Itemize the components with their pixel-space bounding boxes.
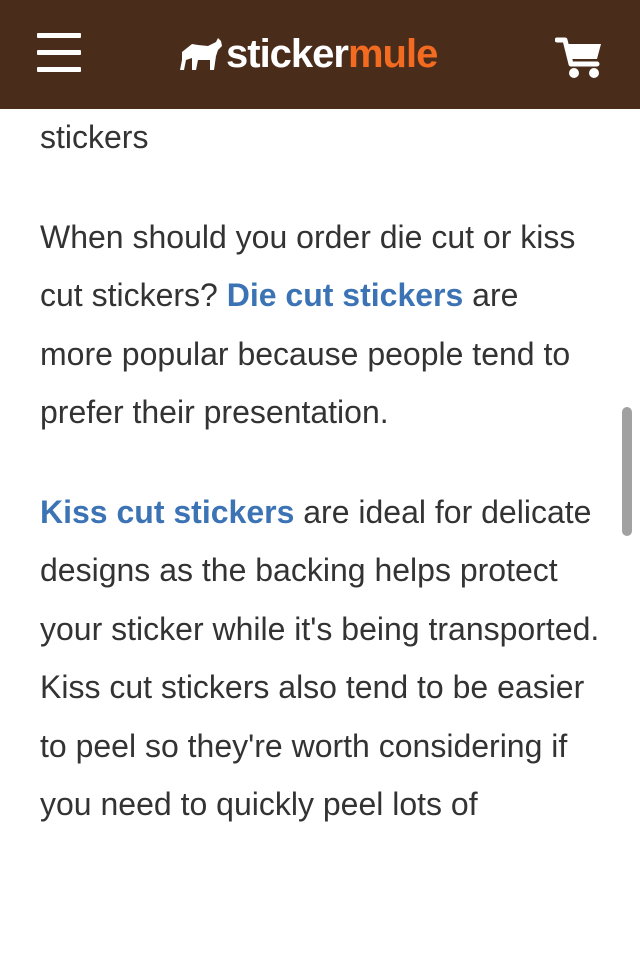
paragraph-text: stickers	[40, 119, 149, 155]
article-content: stickers When should you order die cut o…	[40, 108, 600, 875]
paragraph: When should you order die cut or kiss cu…	[40, 208, 600, 442]
menu-line	[37, 50, 81, 55]
scrollbar[interactable]	[622, 407, 632, 536]
menu-line	[37, 33, 81, 38]
top-navigation-bar: sticker mule	[0, 0, 640, 109]
stickermule-logo[interactable]: sticker mule	[178, 26, 438, 82]
kiss-cut-stickers-link[interactable]: Kiss cut stickers	[40, 494, 294, 530]
paragraph: stickers	[40, 108, 600, 167]
hamburger-menu-icon[interactable]	[37, 33, 81, 73]
paragraph-text: are ideal for delicate designs as the ba…	[40, 493, 600, 823]
menu-line	[37, 67, 81, 72]
logo-text-sticker: sticker	[226, 32, 349, 76]
logo-text-mule: mule	[347, 32, 438, 76]
paragraph: Kiss cut stickers are ideal for delicate…	[40, 483, 600, 834]
die-cut-stickers-link[interactable]: Die cut stickers	[227, 277, 464, 313]
mule-logo-icon	[180, 38, 222, 70]
shopping-cart-icon[interactable]	[554, 34, 605, 80]
